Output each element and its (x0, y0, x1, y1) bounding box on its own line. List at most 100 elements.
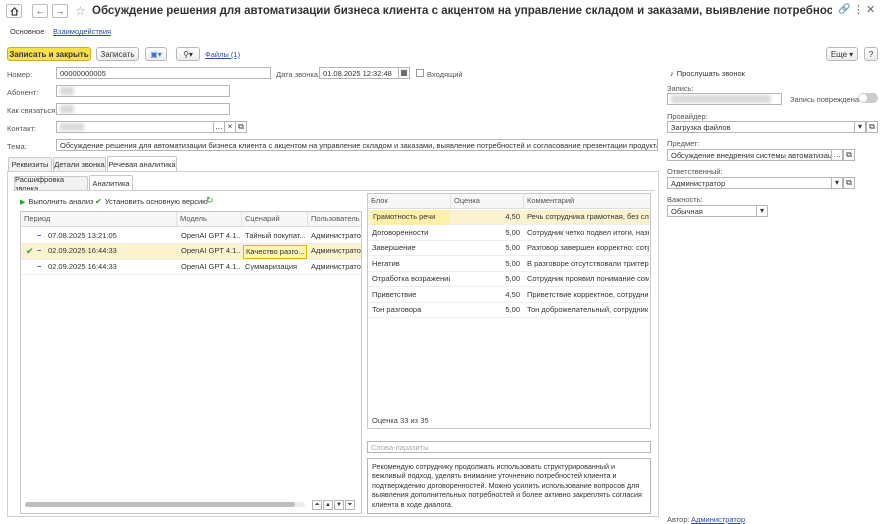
link-icon[interactable]: 🔗 (838, 4, 850, 15)
table-row[interactable]: − 07.08.2025 13:21:05 OpenAI GPT 4.1... … (21, 229, 361, 244)
record-label: Запись: (667, 84, 694, 93)
subject-open-button[interactable]: ⧉ (843, 149, 855, 161)
forward-button[interactable]: → (52, 4, 68, 18)
cell-scenario: Тайный покупат... (245, 231, 306, 240)
save-button[interactable]: Записать (96, 47, 139, 61)
subscriber-field[interactable] (56, 85, 230, 97)
table-row[interactable]: ✔ − 02.09.2025 16:44:33 OpenAI GPT 4.1..… (21, 244, 361, 260)
importance-dropdown-button[interactable]: ▾ (756, 205, 768, 217)
record-damaged-toggle[interactable] (858, 93, 878, 103)
col-user[interactable]: Пользователь (308, 212, 361, 226)
importance-field[interactable]: Обычная (667, 205, 757, 217)
tab-requisites[interactable]: Реквизиты (8, 157, 52, 171)
table-row[interactable]: Завершение 5,00 Разговор завершен корректн… (368, 241, 650, 256)
music-note-icon: ♪ (670, 69, 674, 78)
tab-speech-analytics[interactable]: Речевая аналитика (107, 156, 177, 171)
subject-select-button[interactable]: … (831, 149, 843, 161)
number-field[interactable]: 00000000005 (56, 67, 271, 79)
table-row[interactable]: Приветствие 4,50 Приветствие корректное, с… (368, 288, 650, 303)
versions-grid-header: Период Модель Сценарий Пользователь (21, 212, 361, 227)
cell-scenario[interactable]: Качество разго... (243, 245, 307, 259)
save-close-button[interactable]: Записать и закрыть (7, 47, 91, 61)
home-button[interactable] (6, 4, 22, 18)
contact-open-button[interactable]: ⧉ (235, 121, 247, 133)
refresh-icon[interactable]: ↻ (206, 195, 214, 206)
table-row[interactable]: Грамотность речи 4,50 Речь сотрудника грам… (368, 210, 650, 225)
col-comment[interactable]: Комментарий (524, 194, 650, 208)
scores-grid: Блок Оценка Комментарий Грамотность речи… (367, 193, 651, 429)
col-block[interactable]: Блок (368, 194, 451, 208)
cell-score: 4,50 (505, 289, 520, 299)
menu-dots-icon[interactable]: ⋮ (853, 3, 864, 16)
cell-comment: Сотрудник четко подвел итоги, назнач (527, 227, 649, 237)
scroll-up-button[interactable]: ▲ (323, 500, 333, 510)
col-score[interactable]: Оценка (451, 194, 524, 208)
cell-comment: Речь сотрудника грамотная, без слов-... (527, 212, 649, 221)
grid-horizontal-scrollbar[interactable] (25, 502, 305, 507)
incoming-checkbox[interactable] (416, 69, 424, 77)
files-link[interactable]: Файлы (1) (205, 50, 240, 59)
row-status-icon: − (37, 246, 42, 255)
back-button[interactable]: ← (32, 4, 48, 18)
importance-label: Важность: (667, 195, 703, 204)
cell-block: Приветствие (372, 289, 417, 299)
contact-label: Контакт: (7, 124, 37, 133)
cell-model: OpenAI GPT 4.1... (181, 246, 241, 255)
provider-open-button[interactable]: ⧉ (866, 121, 878, 133)
provider-label: Провайдер: (667, 112, 708, 121)
subtab-analytics[interactable]: Аналитика (89, 175, 133, 190)
recommendation-text[interactable]: Рекомендую сотруднику продолжать использ… (367, 458, 651, 514)
structure-button[interactable]: ▣▾ (145, 47, 167, 61)
parasites-input[interactable]: Слова-паразиты (367, 441, 651, 453)
cell-block: Негатив (372, 258, 400, 268)
cell-period: 07.08.2025 13:21:05 (48, 231, 117, 240)
provider-dropdown-button[interactable]: ▾ (854, 121, 866, 133)
subject-field[interactable]: Обсуждение внедрения системы автоматизац… (667, 149, 832, 161)
open-icon: ⧉ (846, 150, 852, 159)
topic-field[interactable]: Обсуждение решения для автоматизации биз… (56, 139, 658, 151)
nav-tab-main[interactable]: Основное (10, 27, 44, 36)
contact-field[interactable] (56, 121, 214, 133)
col-scenario[interactable]: Сценарий (242, 212, 308, 226)
calendar-button[interactable]: ▦ (398, 67, 410, 79)
nav-tab-interactions[interactable]: Взаимодействия (53, 27, 111, 36)
chevron-down-icon: ▾ (857, 122, 862, 131)
table-row[interactable]: Отработка возражений 5,00 Сотрудник прояви… (368, 272, 650, 287)
tab-call-details[interactable]: Детали звонка (53, 157, 106, 171)
call-date-field[interactable]: 01.08.2025 12:32:48 (319, 67, 399, 79)
call-date-label: Дата звонка: (276, 70, 321, 79)
provider-field[interactable]: Загрузка файлов (667, 121, 855, 133)
subtab-transcript[interactable]: Расшифровка звонка (14, 175, 88, 193)
table-row[interactable]: − 02.09.2025 16:44:33 OpenAI GPT 4.1... … (21, 260, 361, 275)
check-icon: ✔ (95, 197, 102, 206)
listen-call-button[interactable]: ♪ Прослушать звонок (670, 69, 745, 78)
listen-call-label: Прослушать звонок (676, 69, 745, 78)
author-link[interactable]: Администратор (691, 515, 745, 524)
more-button[interactable]: Еще ▾ (826, 47, 858, 61)
scroll-first-button[interactable]: ⏶ (312, 500, 322, 510)
scroll-down-button[interactable]: ▼ (334, 500, 344, 510)
cell-block: Отработка возражений (372, 274, 450, 283)
scores-grid-header: Блок Оценка Комментарий (368, 194, 650, 209)
cell-model: OpenAI GPT 4.1... (181, 231, 241, 240)
contact-how-field[interactable] (56, 103, 230, 115)
responsible-dropdown-button[interactable]: ▾ (831, 177, 843, 189)
scroll-last-button[interactable]: ⏷ (345, 500, 355, 510)
attach-button[interactable]: ⚲▾ (176, 47, 200, 61)
table-row[interactable]: Договоренности 5,00 Сотрудник четко подвел… (368, 226, 650, 241)
table-row[interactable]: Тон разговора 5,00 Тон доброжелательный, с… (368, 303, 650, 318)
structure-icon: ▣▾ (150, 49, 162, 59)
record-field[interactable] (667, 93, 782, 105)
table-row[interactable]: Негатив 5,00 В разговоре отсутствовали три… (368, 257, 650, 272)
col-model[interactable]: Модель (177, 212, 242, 226)
favorite-star-icon[interactable]: ☆ (75, 4, 86, 18)
responsible-open-button[interactable]: ⧉ (843, 177, 855, 189)
scrollbar-thumb[interactable] (25, 502, 295, 507)
col-period[interactable]: Период (21, 212, 177, 226)
open-icon: ⧉ (238, 122, 244, 131)
set-main-version-button[interactable]: ✔ Установить основную версию (95, 197, 208, 206)
close-icon[interactable]: ✕ (866, 3, 875, 16)
help-button[interactable]: ? (864, 47, 878, 61)
responsible-field[interactable]: Администратор (667, 177, 832, 189)
run-analysis-button[interactable]: ▶ Выполнить анализ (20, 197, 93, 206)
